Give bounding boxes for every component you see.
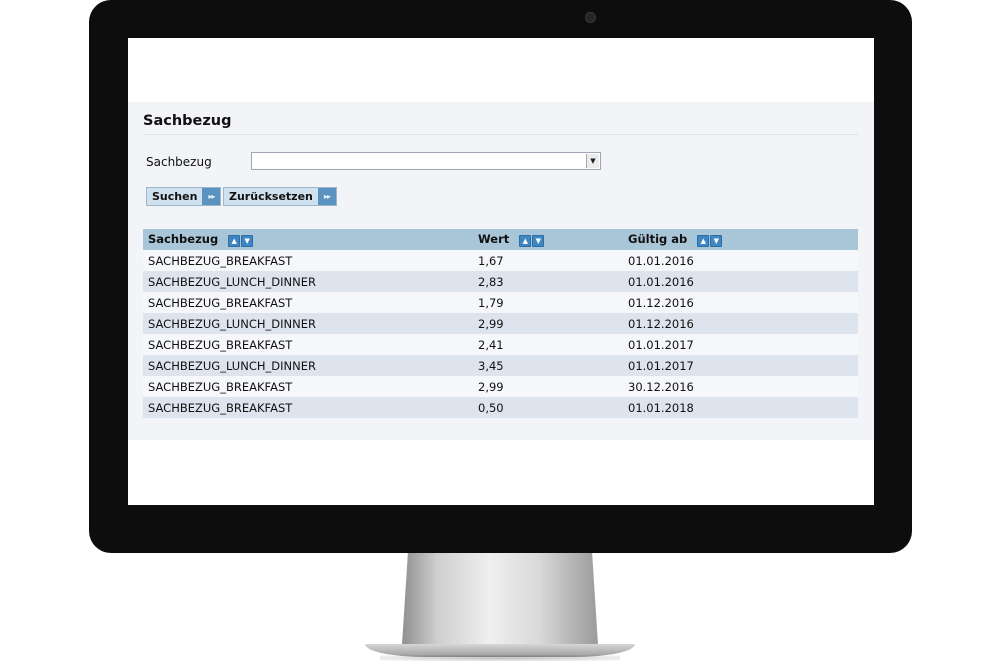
cell-sachbezug: SACHBEZUG_BREAKFAST <box>143 292 473 313</box>
cell-gueltig-ab: 01.01.2016 <box>623 271 858 292</box>
cell-gueltig-ab: 01.12.2016 <box>623 313 858 334</box>
column-header-label: Gültig ab <box>628 232 688 246</box>
sort-ascending-icon[interactable]: ▲ <box>228 235 241 247</box>
column-header-label: Wert <box>478 232 510 246</box>
cell-sachbezug: SACHBEZUG_LUNCH_DINNER <box>143 355 473 376</box>
cell-gueltig-ab: 01.01.2017 <box>623 334 858 355</box>
cell-wert: 2,83 <box>473 271 623 292</box>
table-row[interactable]: SACHBEZUG_BREAKFAST 2,99 30.12.2016 <box>143 376 858 397</box>
sort-controls: ▲ ▼ <box>228 232 254 247</box>
cell-sachbezug: SACHBEZUG_BREAKFAST <box>143 250 473 271</box>
column-header-gueltig-ab: Gültig ab ▲ ▼ <box>623 229 858 250</box>
table-row[interactable]: SACHBEZUG_BREAKFAST 1,79 01.12.2016 <box>143 292 858 313</box>
cell-sachbezug: SACHBEZUG_BREAKFAST <box>143 334 473 355</box>
reset-button[interactable]: Zurücksetzen ▸▸ <box>223 187 337 206</box>
monitor-mockup: Sachbezug Sachbezug ▼ Suchen ▸▸ Zurückse… <box>0 0 1000 667</box>
title-divider <box>143 134 858 135</box>
stand-shadow <box>380 655 620 661</box>
cell-gueltig-ab: 01.01.2018 <box>623 397 858 418</box>
cell-gueltig-ab: 30.12.2016 <box>623 376 858 397</box>
column-header-wert: Wert ▲ ▼ <box>473 229 623 250</box>
sort-descending-icon[interactable]: ▼ <box>710 235 723 247</box>
table-row[interactable]: SACHBEZUG_LUNCH_DINNER 2,83 01.01.2016 <box>143 271 858 292</box>
cell-wert: 2,99 <box>473 376 623 397</box>
cell-sachbezug: SACHBEZUG_BREAKFAST <box>143 376 473 397</box>
table-row[interactable]: SACHBEZUG_LUNCH_DINNER 2,99 01.12.2016 <box>143 313 858 334</box>
cell-wert: 0,50 <box>473 397 623 418</box>
column-header-label: Sachbezug <box>148 232 219 246</box>
table-row[interactable]: SACHBEZUG_BREAKFAST 0,50 01.01.2018 <box>143 397 858 418</box>
webcam-icon <box>585 12 596 23</box>
forward-arrow-icon: ▸▸ <box>202 188 221 205</box>
cell-sachbezug: SACHBEZUG_LUNCH_DINNER <box>143 313 473 334</box>
table-header-row: Sachbezug ▲ ▼ Wert ▲ ▼ Gültig ab ▲ ▼ <box>143 229 858 250</box>
table-row[interactable]: SACHBEZUG_BREAKFAST 1,67 01.01.2016 <box>143 250 858 271</box>
results-table: Sachbezug ▲ ▼ Wert ▲ ▼ Gültig ab ▲ ▼ SAC… <box>143 229 858 418</box>
reset-button-label: Zurücksetzen <box>224 188 318 205</box>
sort-controls: ▲ ▼ <box>519 232 545 247</box>
cell-sachbezug: SACHBEZUG_LUNCH_DINNER <box>143 271 473 292</box>
sort-controls: ▲ ▼ <box>697 232 723 247</box>
cell-gueltig-ab: 01.12.2016 <box>623 292 858 313</box>
sort-ascending-icon[interactable]: ▲ <box>519 235 532 247</box>
screen: Sachbezug Sachbezug ▼ Suchen ▸▸ Zurückse… <box>128 38 874 505</box>
sort-ascending-icon[interactable]: ▲ <box>697 235 710 247</box>
table-row[interactable]: SACHBEZUG_LUNCH_DINNER 3,45 01.01.2017 <box>143 355 858 376</box>
content-panel: Sachbezug Sachbezug ▼ Suchen ▸▸ Zurückse… <box>128 102 874 440</box>
search-button-label: Suchen <box>147 188 203 205</box>
cell-gueltig-ab: 01.01.2017 <box>623 355 858 376</box>
cell-wert: 2,99 <box>473 313 623 334</box>
cell-wert: 1,79 <box>473 292 623 313</box>
cell-gueltig-ab: 01.01.2016 <box>623 250 858 271</box>
cell-wert: 3,45 <box>473 355 623 376</box>
forward-arrow-icon: ▸▸ <box>317 188 336 205</box>
sort-descending-icon[interactable]: ▼ <box>241 235 254 247</box>
table-row[interactable]: SACHBEZUG_BREAKFAST 2,41 01.01.2017 <box>143 334 858 355</box>
search-button[interactable]: Suchen ▸▸ <box>146 187 222 206</box>
sort-descending-icon[interactable]: ▼ <box>532 235 545 247</box>
chevron-down-icon[interactable]: ▼ <box>586 154 599 168</box>
column-header-sachbezug: Sachbezug ▲ ▼ <box>143 229 473 250</box>
cell-sachbezug: SACHBEZUG_BREAKFAST <box>143 397 473 418</box>
page-title: Sachbezug <box>143 113 232 129</box>
cell-wert: 1,67 <box>473 250 623 271</box>
monitor-stand <box>402 553 598 645</box>
sachbezug-field-label: Sachbezug <box>146 155 212 169</box>
sachbezug-select[interactable]: ▼ <box>251 152 601 170</box>
cell-wert: 2,41 <box>473 334 623 355</box>
